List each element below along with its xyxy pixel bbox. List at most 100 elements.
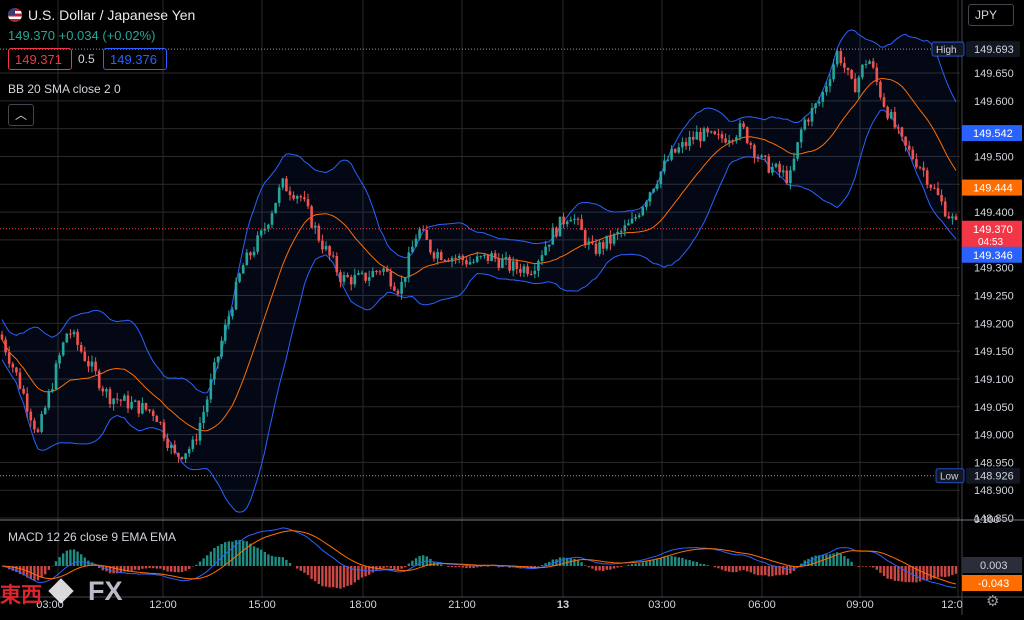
candle-body [407,252,411,278]
candle-body [141,403,144,414]
logo-fx: FX [88,576,123,606]
candle-body [144,403,148,410]
low-price: 148.926 [974,471,1014,483]
candle-body [533,270,537,275]
candle-body [515,261,519,270]
candle-body [886,106,889,119]
y-tick-label: 149.300 [974,263,1014,275]
candle-body [126,395,130,409]
candle-body [33,420,36,430]
candle-body [159,421,162,423]
candle-body [353,274,357,285]
candle-body [735,137,738,141]
candle-body [951,216,954,219]
candle-body [256,235,259,252]
candle-body [889,111,893,119]
candle-body [947,216,951,219]
candle-body [720,134,724,139]
candle-body [875,67,879,82]
candle-body [774,163,778,167]
candle-body [115,398,119,400]
us-flag-icon [8,8,22,22]
candle-body [72,331,76,335]
candle-body [627,223,630,226]
last-price-line: 149.370 +0.034 (+0.02%) [8,28,155,43]
candle-body [468,262,472,265]
candle-body [47,391,51,408]
candle-body [94,361,97,372]
candle-body [4,339,7,353]
candle-body [576,218,580,220]
candle-body [105,389,108,392]
candle-body [22,388,25,394]
candle-body [767,156,771,173]
candle-body [346,275,349,278]
candle-body [15,367,18,373]
candle-body [681,142,684,148]
candle-body [83,351,87,362]
candle-body [645,201,648,208]
candle-body [529,274,533,276]
candle-body [821,91,825,102]
candle-body [169,444,173,449]
candle-body [673,148,677,153]
candle-body [274,202,277,214]
candle-body [900,127,904,137]
candle-body [421,229,425,231]
macd-tag-1-text: -0.043 [978,578,1009,590]
candle-body [756,157,760,159]
candle-body [429,239,432,253]
candle-body [785,170,789,184]
y-tick-label: 149.050 [974,402,1014,414]
candle-body [511,261,515,271]
candle-body [375,271,378,273]
y-tick-label: 149.600 [974,96,1014,108]
x-tick-label: 13 [557,599,569,611]
candle-body [634,216,637,219]
bb-indicator-label[interactable]: BB 20 SMA close 2 0 [8,82,121,96]
collapse-indicators-button[interactable]: ︿ [8,104,34,126]
candle-body [702,128,706,142]
candle-body [461,255,465,261]
candle-body [544,246,547,256]
candle-body [65,333,69,343]
candle-body [123,395,126,401]
buy-price-button[interactable]: 149.376 [103,48,167,70]
candle-body [29,411,33,421]
price-tag-text: 149.346 [973,250,1013,262]
currency-button[interactable]: JPY [968,4,1014,26]
candle-body [655,184,659,189]
candle-body [893,111,897,128]
candle-body [137,400,141,414]
candle-body [79,344,83,352]
candle-body [742,123,745,128]
candle-body [25,393,29,412]
candle-body [389,271,393,287]
last-price-tag-text: 149.370 [973,224,1013,236]
gear-icon[interactable]: ⚙ [986,594,1002,610]
y-tick-label: 148.900 [974,485,1014,497]
macd-indicator-label[interactable]: MACD 12 26 close 9 EMA EMA [8,530,176,544]
candle-body [465,260,468,265]
price-chart[interactable]: 148.850 148.900 148.950 149.000 149.050 149.1… [0,0,1024,620]
candle-body [87,361,90,367]
candle-body [864,64,868,66]
candle-body [249,252,252,256]
candle-body [493,253,497,259]
candle-body [763,155,767,157]
candle-body [706,128,709,133]
candle-body [727,140,731,143]
candle-body [195,439,198,441]
candle-body [771,166,774,173]
candle-body [699,131,702,142]
candle-body [691,136,695,140]
chart-canvas[interactable]: 148.850148.900148.950149.000149.050149.1… [0,0,1024,615]
candle-body [227,316,231,325]
candle-body [713,131,717,135]
sell-price-button[interactable]: 149.371 [8,48,72,70]
candle-body [40,413,43,432]
candle-body [619,231,623,233]
candle-body [526,266,529,275]
last-price: 149.370 [8,28,55,43]
candle-body [846,67,850,70]
